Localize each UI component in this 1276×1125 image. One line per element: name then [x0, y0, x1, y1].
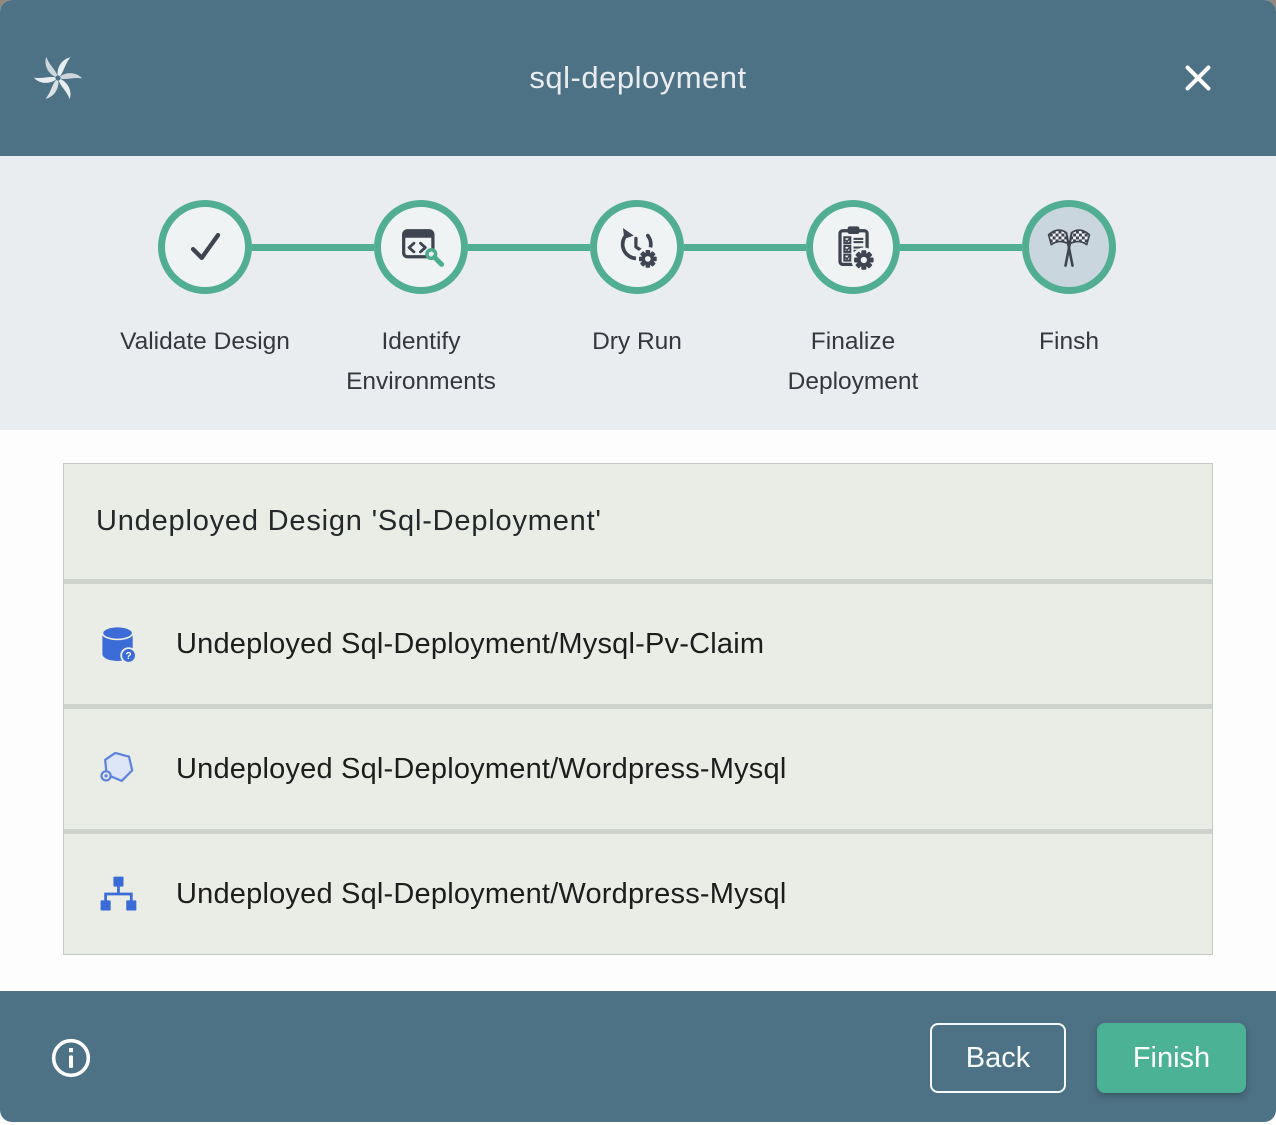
checkmark-icon [179, 221, 231, 273]
deployment-log-section: Undeployed Design 'Sql-Deployment' ? Und… [0, 430, 1276, 991]
step-dry-run [590, 200, 684, 294]
log-entry-text: Undeployed Sql-Deployment/Wordpress-Mysq… [176, 878, 786, 911]
database-icon: ? [96, 620, 140, 668]
step-connector [684, 244, 806, 251]
info-button[interactable] [49, 1036, 93, 1080]
deployment-log-list: Undeployed Design 'Sql-Deployment' ? Und… [63, 463, 1213, 955]
log-entry-text: Undeployed Sql-Deployment/Wordpress-Mysq… [176, 753, 786, 786]
step-label-finish: Finsh [961, 322, 1177, 402]
step-connector [900, 244, 1022, 251]
stepper-labels: Validate Design Identify Environments Dr… [0, 322, 1276, 402]
dialog-title: sql-deployment [529, 60, 746, 96]
step-finish [1022, 200, 1116, 294]
svg-text:?: ? [125, 651, 131, 662]
step-label-validate-design: Validate Design [97, 322, 313, 402]
stepper-circles [0, 156, 1276, 294]
dialog-footer: Back Finish [0, 991, 1276, 1122]
code-window-wrench-icon [395, 221, 447, 273]
info-icon [50, 1037, 92, 1079]
close-icon [1179, 59, 1217, 97]
finish-button[interactable]: Finish [1097, 1023, 1246, 1093]
step-connector [468, 244, 590, 251]
wizard-stepper: Validate Design Identify Environments Dr… [0, 156, 1276, 430]
tree-hierarchy-icon [96, 870, 140, 918]
log-entry-wordpress-mysql-pod: Undeployed Sql-Deployment/Wordpress-Mysq… [64, 709, 1212, 829]
clipboard-gear-icon [827, 221, 879, 273]
step-finalize-deployment [806, 200, 900, 294]
log-entry-pv-claim: ? Undeployed Sql-Deployment/Mysql-Pv-Cla… [64, 584, 1212, 704]
log-entry-text: Undeployed Design 'Sql-Deployment' [96, 505, 602, 538]
step-label-finalize-deployment: Finalize Deployment [745, 322, 961, 402]
close-button[interactable] [1176, 56, 1220, 100]
swirl-logo-icon [32, 52, 84, 104]
step-label-dry-run: Dry Run [529, 322, 745, 402]
back-button[interactable]: Back [930, 1023, 1066, 1093]
sql-deployment-dialog: sql-deployment [0, 0, 1276, 1122]
step-identify-environments [374, 200, 468, 294]
pod-icon [96, 745, 140, 793]
dialog-header: sql-deployment [0, 0, 1276, 156]
log-entry-wordpress-mysql-tree: Undeployed Sql-Deployment/Wordpress-Mysq… [64, 834, 1212, 954]
checkered-flags-icon [1041, 219, 1097, 275]
log-entry-text: Undeployed Sql-Deployment/Mysql-Pv-Claim [176, 628, 764, 661]
sync-gear-icon [611, 221, 663, 273]
footer-buttons: Back Finish [930, 1023, 1246, 1093]
log-entry-design: Undeployed Design 'Sql-Deployment' [64, 464, 1212, 579]
step-connector [252, 244, 374, 251]
step-label-identify-environments: Identify Environments [313, 322, 529, 402]
step-validate-design [158, 200, 252, 294]
